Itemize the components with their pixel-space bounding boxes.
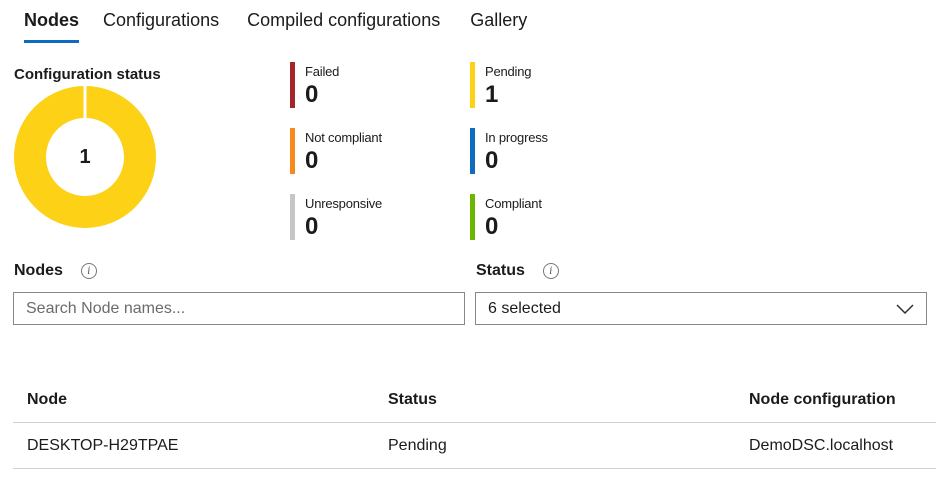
stat-not-compliant-value: 0 (305, 147, 319, 174)
nodes-filter-label: Nodes i (14, 262, 97, 280)
stat-unresponsive-label: Unresponsive (305, 196, 383, 211)
configuration-status-title: Configuration status (14, 66, 161, 83)
stat-not-compliant-label: Not compliant (305, 130, 382, 145)
stat-pending-value: 1 (485, 81, 499, 108)
stat-pending[interactable]: Pending 1 (470, 62, 640, 114)
node-status-cell: Pending (388, 436, 447, 454)
table-header-row: Node Status Node configuration (13, 377, 936, 423)
stat-unresponsive-bar (290, 194, 295, 240)
table-row[interactable]: DESKTOP-H29TPAE Pending DemoDSC.localhos… (13, 423, 936, 469)
info-icon[interactable]: i (542, 263, 559, 279)
search-node-names-input[interactable] (13, 292, 465, 325)
stat-compliant-label: Compliant (485, 196, 542, 211)
stat-pending-label: Pending (485, 64, 532, 79)
node-name-cell[interactable]: DESKTOP-H29TPAE (27, 423, 178, 468)
stat-pending-bar (470, 62, 475, 108)
status-dropdown[interactable]: 6 selected (475, 292, 927, 325)
stat-in-progress-value: 0 (485, 147, 499, 174)
stat-unresponsive-value: 0 (305, 213, 319, 240)
info-icon[interactable]: i (80, 263, 97, 279)
status-filter-label-text: Status (476, 262, 525, 279)
stat-in-progress[interactable]: In progress 0 (470, 128, 640, 180)
stat-compliant[interactable]: Compliant 0 (470, 194, 640, 246)
stat-compliant-bar (470, 194, 475, 240)
stat-not-compliant-bar (290, 128, 295, 174)
tab-compiled-configurations[interactable]: Compiled configurations (247, 6, 440, 42)
nodes-filter-label-text: Nodes (14, 262, 63, 279)
stat-failed-label: Failed (305, 64, 340, 79)
nodes-table: Node Status Node configuration DESKTOP-H… (13, 377, 936, 469)
tab-nodes[interactable]: Nodes (24, 6, 80, 43)
donut-total-count: 1 (79, 145, 91, 168)
tab-gallery[interactable]: Gallery (470, 6, 527, 42)
stat-failed-value: 0 (305, 81, 319, 108)
column-header-node[interactable]: Node (27, 377, 67, 422)
tab-configurations[interactable]: Configurations (103, 6, 219, 42)
stat-unresponsive[interactable]: Unresponsive 0 (290, 194, 460, 246)
status-filter-label: Status i (476, 262, 559, 280)
node-configuration-cell: DemoDSC.localhost (749, 436, 894, 454)
stat-compliant-value: 0 (485, 213, 499, 240)
stat-failed[interactable]: Failed 0 (290, 62, 460, 114)
tab-bar: Nodes Configurations Compiled configurat… (24, 6, 553, 43)
stat-not-compliant[interactable]: Not compliant 0 (290, 128, 460, 180)
stat-in-progress-label: In progress (485, 130, 548, 145)
column-header-status[interactable]: Status (388, 377, 437, 422)
configuration-status-donut[interactable]: 1 (14, 86, 156, 228)
status-dropdown-value: 6 selected (488, 299, 561, 317)
stat-failed-bar (290, 62, 295, 108)
column-header-node-configuration[interactable]: Node configuration (749, 377, 896, 422)
stat-in-progress-bar (470, 128, 475, 174)
chevron-down-icon (896, 303, 914, 314)
